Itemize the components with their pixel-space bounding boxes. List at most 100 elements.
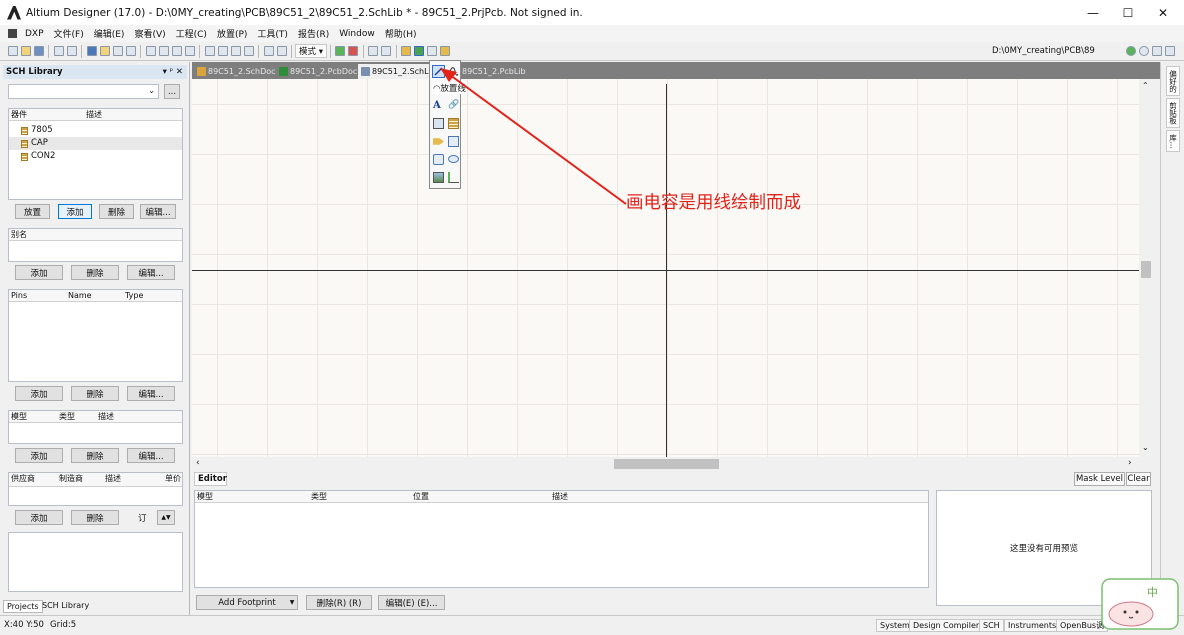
list-item[interactable]: 7805 xyxy=(21,124,53,137)
sch-panel-button[interactable]: SCH xyxy=(979,619,1004,632)
col-description[interactable]: 描述 xyxy=(105,473,121,485)
supplier-add-button[interactable]: 添加 xyxy=(15,510,63,525)
go-back-icon[interactable] xyxy=(1138,46,1149,56)
delete-model-button[interactable]: 删除(R) (R) xyxy=(306,595,372,610)
print-icon[interactable] xyxy=(53,46,64,56)
supplier-delete-button[interactable]: 删除 xyxy=(71,510,119,525)
models-delete-button[interactable]: 删除 xyxy=(71,448,119,463)
tab-schdoc[interactable]: 89C51_2.SchDoc xyxy=(194,64,276,79)
prev-part-icon[interactable] xyxy=(368,46,379,56)
copy-icon[interactable] xyxy=(158,46,169,56)
horizontal-scrollbar[interactable]: ‹ › xyxy=(192,457,1139,471)
move-icon[interactable] xyxy=(217,46,228,56)
col-type[interactable]: Type xyxy=(125,290,143,302)
mask-level-button[interactable]: Mask Level xyxy=(1074,472,1125,486)
filter-combobox[interactable]: ⌄ xyxy=(8,84,159,99)
undo-icon[interactable] xyxy=(263,46,274,56)
save-icon[interactable] xyxy=(33,46,44,56)
col-type[interactable]: 类型 xyxy=(59,411,75,423)
menu-view[interactable]: 察看(V) xyxy=(129,27,170,40)
col-description[interactable]: 描述 xyxy=(86,109,102,121)
zoom-fit-icon[interactable] xyxy=(112,46,123,56)
mode-dropdown[interactable]: 模式 ▾ xyxy=(295,44,327,58)
schematic-canvas[interactable] xyxy=(192,79,1139,457)
list-item-selected[interactable]: CAP xyxy=(9,137,182,150)
grid-icon[interactable] xyxy=(427,46,438,56)
col-model[interactable]: 模型 xyxy=(11,411,27,423)
new-file-icon[interactable] xyxy=(7,46,18,56)
tab-pcbdoc[interactable]: 89C51_2.PcbDoc xyxy=(276,64,357,79)
add-button[interactable]: 添加 xyxy=(58,204,92,219)
col-model[interactable]: 模型 xyxy=(197,491,213,503)
filter-browse-button[interactable]: ... xyxy=(164,84,180,99)
tab-projects[interactable]: Projects xyxy=(3,600,43,613)
col-type[interactable]: 类型 xyxy=(311,491,327,503)
menu-project[interactable]: 工程(C) xyxy=(171,27,212,40)
pins-edit-button[interactable]: 编辑... xyxy=(127,386,175,401)
scroll-up-icon[interactable]: ⌃ xyxy=(1142,81,1149,90)
print-preview-icon[interactable] xyxy=(66,46,77,56)
pins-delete-button[interactable]: 删除 xyxy=(71,386,119,401)
col-description[interactable]: 描述 xyxy=(98,411,114,423)
col-location[interactable]: 位置 xyxy=(413,491,429,503)
paste-icon[interactable] xyxy=(171,46,182,56)
alias-edit-button[interactable]: 编辑... xyxy=(127,265,175,280)
tab-sch-library[interactable]: SCH Library xyxy=(42,601,89,610)
maximize-button[interactable]: ☐ xyxy=(1111,0,1145,25)
favorites-icon[interactable] xyxy=(1164,46,1175,56)
home-icon[interactable] xyxy=(1151,46,1162,56)
vertical-scrollbar[interactable]: ⌃ ⌄ xyxy=(1139,79,1153,457)
model-manager-icon[interactable] xyxy=(440,46,451,56)
minimize-button[interactable]: — xyxy=(1076,0,1110,25)
instruments-button[interactable]: Instruments xyxy=(1004,619,1061,632)
tab-favorites[interactable]: 偏好的 xyxy=(1166,66,1180,96)
scroll-down-icon[interactable]: ⌄ xyxy=(1142,443,1149,452)
clear-filter-icon[interactable] xyxy=(243,46,254,56)
menu-tools[interactable]: 工具(T) xyxy=(252,27,293,40)
clear-button[interactable]: Clear xyxy=(1126,472,1151,486)
menu-dxp[interactable]: DXP xyxy=(25,29,49,39)
add-footprint-dropdown[interactable]: ▼ xyxy=(287,595,298,610)
cut-icon[interactable] xyxy=(145,46,156,56)
tab-libraries[interactable]: 库... xyxy=(1166,130,1180,152)
list-item[interactable]: CON2 xyxy=(21,150,55,163)
zoom-area-icon[interactable] xyxy=(125,46,136,56)
ieee-symbols-icon[interactable] xyxy=(401,46,412,56)
menu-window[interactable]: Window xyxy=(334,29,380,39)
menu-help[interactable]: 帮助(H) xyxy=(380,27,422,40)
edit-button[interactable]: 编辑... xyxy=(140,204,176,219)
add-footprint-button[interactable]: Add Footprint xyxy=(196,595,298,610)
models-add-button[interactable]: 添加 xyxy=(15,448,63,463)
pins-add-button[interactable]: 添加 xyxy=(15,386,63,401)
redo-icon[interactable] xyxy=(276,46,287,56)
design-compiler-button[interactable]: Design Compiler xyxy=(909,619,984,632)
col-component[interactable]: 器件 xyxy=(11,109,27,121)
col-description[interactable]: 描述 xyxy=(552,491,568,503)
delete-button[interactable]: 删除 xyxy=(99,204,134,219)
menu-edit[interactable]: 编辑(E) xyxy=(89,27,130,40)
tab-clipboard[interactable]: 剪贴板 xyxy=(1166,98,1180,128)
go-forward-icon[interactable] xyxy=(1125,46,1136,56)
order-spinner[interactable]: ▲▼ xyxy=(157,510,175,525)
panel-controls[interactable]: ▾ ᵖ ✕ xyxy=(163,65,183,79)
col-alias[interactable]: 别名 xyxy=(11,229,27,241)
tab-editor[interactable]: Editor xyxy=(194,472,227,486)
add-part-icon[interactable] xyxy=(335,46,346,56)
place-button[interactable]: 放置 xyxy=(15,204,50,219)
scroll-right-icon[interactable]: › xyxy=(1128,458,1132,468)
next-part-icon[interactable] xyxy=(381,46,392,56)
col-name[interactable]: Name xyxy=(68,290,92,302)
deselect-icon[interactable] xyxy=(230,46,241,56)
alias-add-button[interactable]: 添加 xyxy=(15,265,63,280)
close-button[interactable]: ✕ xyxy=(1146,0,1180,25)
folder-icon[interactable] xyxy=(99,46,110,56)
component-icon[interactable] xyxy=(86,46,97,56)
menu-place[interactable]: 放置(P) xyxy=(212,27,252,40)
edit-model-button[interactable]: 编辑(E) (E)... xyxy=(378,595,445,610)
remove-part-icon[interactable] xyxy=(348,46,359,56)
menu-file[interactable]: 文件(F) xyxy=(49,27,89,40)
scroll-thumb[interactable] xyxy=(614,459,719,469)
select-area-icon[interactable] xyxy=(204,46,215,56)
col-pins[interactable]: Pins xyxy=(11,290,27,302)
col-manufacturer[interactable]: 制造商 xyxy=(59,473,83,485)
